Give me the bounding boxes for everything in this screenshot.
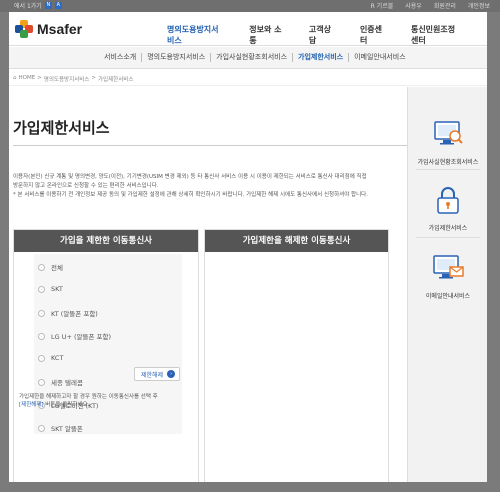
home-icon[interactable]: ⌂ bbox=[13, 75, 17, 85]
description-line: 이용자(본인) 신규 계통 및 명의변경, 양도(이전), 기기변경(USIM … bbox=[13, 174, 367, 180]
released-carriers-panel: 가입제한을 해제한 이동통신사 bbox=[204, 229, 389, 482]
utility-bar: 에서 1가기 N A R 기르블 사용우 회원관리 개인정보 bbox=[0, 0, 500, 12]
utility-left: 에서 1가기 N A bbox=[14, 1, 62, 10]
nav-item-dispute-center[interactable]: 통신민원조정센터 bbox=[411, 24, 461, 46]
utility-link[interactable]: R 기르블 bbox=[371, 1, 394, 10]
nav-item-info[interactable]: 정보와 소통 bbox=[249, 24, 283, 46]
carrier-label: SKT bbox=[51, 285, 63, 293]
radio-icon[interactable] bbox=[38, 332, 45, 340]
description-line: * 본 서비스를 이용하기 전 개인정보 제공 동의 및 가입제한 설정에 관해… bbox=[13, 192, 368, 198]
badge-n[interactable]: N bbox=[44, 2, 52, 9]
radio-icon[interactable] bbox=[38, 309, 45, 317]
utility-link[interactable]: 개인정보 bbox=[468, 1, 490, 10]
main-nav: 명의도용방지서비스 정보와 소통 고객상담 인증센터 통신민원조정센터 bbox=[167, 24, 487, 46]
sidebar-item-email[interactable]: 이메일안내서비스 bbox=[408, 253, 487, 300]
restricted-carriers-panel: 가입을 제한한 이동통신사 전체 SKT KT (알뜰폰 포함) LG U+ (… bbox=[13, 229, 199, 482]
page-frame: Msafer 명의도용방지서비스 정보와 소통 고객상담 인증센터 통신민원조정… bbox=[9, 12, 487, 482]
released-panel-header: 가입제한을 해제한 이동통신사 bbox=[205, 230, 388, 252]
carrier-label: LG U+ (알뜰폰 포함) bbox=[51, 333, 112, 341]
badge-a[interactable]: A bbox=[54, 2, 62, 9]
sidebar-label: 가입제한서비스 bbox=[428, 225, 468, 232]
radio-icon[interactable] bbox=[38, 378, 45, 386]
carrier-option[interactable]: 전체 bbox=[38, 262, 63, 272]
site-header: Msafer 명의도용방지서비스 정보와 소통 고객상담 인증센터 통신민원조정… bbox=[9, 12, 487, 46]
carrier-label: SKT 알뜰폰 bbox=[51, 425, 83, 433]
note-link[interactable]: [제한해제] bbox=[19, 402, 44, 408]
subnav-item-restriction[interactable]: 가입제한서비스 bbox=[292, 53, 348, 62]
subnav-item-intro[interactable]: 서비스소개 bbox=[99, 53, 141, 62]
subnav-item-email[interactable]: 이메일안내서비스 bbox=[348, 53, 411, 62]
chevron-right-icon: › bbox=[167, 370, 176, 378]
logo-mark-icon bbox=[15, 20, 33, 38]
release-button-label: 제한해제 bbox=[141, 371, 164, 379]
title-divider bbox=[13, 145, 407, 146]
sub-nav: 서비스소개 명의도용방지서비스 가입사실현황조회서비스 가입제한서비스 이메일안… bbox=[9, 47, 487, 69]
sidebar-item-restriction[interactable]: 가입제한서비스 bbox=[408, 185, 487, 232]
breadcrumb-current: 가입제한서비스 bbox=[97, 77, 134, 83]
breadcrumb-sep: > bbox=[91, 75, 96, 81]
monitor-mail-icon bbox=[433, 255, 464, 279]
logo-text: Msafer bbox=[37, 21, 83, 37]
sidebar-label: 이메일안내서비스 bbox=[425, 293, 471, 300]
nav-item-auth-center[interactable]: 인증센터 bbox=[360, 24, 385, 46]
lock-icon bbox=[437, 187, 459, 214]
carrier-label: KCT bbox=[51, 354, 64, 362]
utility-links: R 기르블 사용우 회원관리 개인정보 bbox=[371, 1, 490, 10]
radio-icon[interactable] bbox=[38, 263, 45, 271]
breadcrumb-sep: > bbox=[37, 75, 42, 81]
radio-icon[interactable] bbox=[38, 354, 45, 362]
carrier-option[interactable]: KT (알뜰폰 포함) bbox=[38, 308, 98, 318]
breadcrumb-section[interactable]: 명의도용방지서비스 bbox=[44, 75, 90, 85]
page-description: 이용자(본인) 신규 계통 및 명의변경, 양도(이전), 기기변경(USIM … bbox=[13, 173, 407, 200]
sidebar-divider bbox=[416, 169, 480, 170]
release-restriction-button[interactable]: 제한해제 › bbox=[134, 367, 181, 381]
page-title: 가입제한서비스 bbox=[13, 119, 110, 137]
radio-icon[interactable] bbox=[38, 285, 45, 293]
carrier-option[interactable]: LG U+ (알뜰폰 포함) bbox=[38, 331, 111, 341]
carrier-option[interactable]: SKT bbox=[38, 285, 63, 293]
note-text: 가입제한을 해제하고자 할 경우 원하는 이동통신사를 선택 후 bbox=[19, 394, 158, 400]
radio-icon[interactable] bbox=[38, 424, 45, 432]
sidebar-item-subscription-check[interactable]: 가입사실현황조회서비스 bbox=[408, 119, 487, 166]
note-text-after: 버튼을 클릭하세요. bbox=[45, 402, 90, 408]
restricted-panel-header: 가입을 제한한 이동통신사 bbox=[14, 230, 198, 252]
utility-link[interactable]: 회원관리 bbox=[434, 1, 456, 10]
description-line: 방문하지 않고 온라인으로 신청할 수 있는 편리한 서비스입니다. bbox=[13, 183, 159, 189]
carrier-label: 전체 bbox=[51, 264, 63, 272]
utility-link[interactable]: 사용우 bbox=[405, 1, 422, 10]
sidebar-divider bbox=[416, 237, 480, 238]
nav-item-identity-protection[interactable]: 명의도용방지서비스 bbox=[167, 24, 223, 46]
monitor-search-icon bbox=[434, 121, 463, 145]
nav-item-support[interactable]: 고객상담 bbox=[309, 24, 334, 46]
logo[interactable]: Msafer bbox=[15, 20, 82, 38]
carrier-label: KT (알뜰폰 포함) bbox=[51, 310, 98, 318]
sidebar-label: 가입사실현황조회서비스 bbox=[417, 159, 479, 166]
breadcrumb-home[interactable]: HOME bbox=[19, 75, 36, 85]
main-content: 가입제한서비스 이용자(본인) 신규 계통 및 명의변경, 양도(이전), 기기… bbox=[9, 87, 407, 482]
carrier-label: 세종 텔레콤 bbox=[51, 379, 83, 387]
utility-left-text: 에서 1가기 bbox=[14, 3, 42, 10]
right-sidebar: 가입사실현황조회서비스 가입제한서비스 이메일안내서비스 bbox=[407, 87, 487, 482]
carrier-option[interactable]: KCT bbox=[38, 354, 63, 362]
usage-note: 가입제한을 해제하고자 할 경우 원하는 이동통신사를 선택 후 [제한해제] … bbox=[19, 393, 209, 409]
carrier-option[interactable]: SKT 알뜰폰 bbox=[38, 423, 83, 433]
breadcrumb: ⌂ HOME > 명의도용방지서비스 > 가입제한서비스 bbox=[9, 70, 487, 86]
carrier-option[interactable]: 세종 텔레콤 bbox=[38, 377, 83, 387]
subnav-item-subscription-check[interactable]: 가입사실현황조회서비스 bbox=[210, 53, 292, 62]
subnav-item-identity[interactable]: 명의도용방지서비스 bbox=[141, 53, 210, 62]
